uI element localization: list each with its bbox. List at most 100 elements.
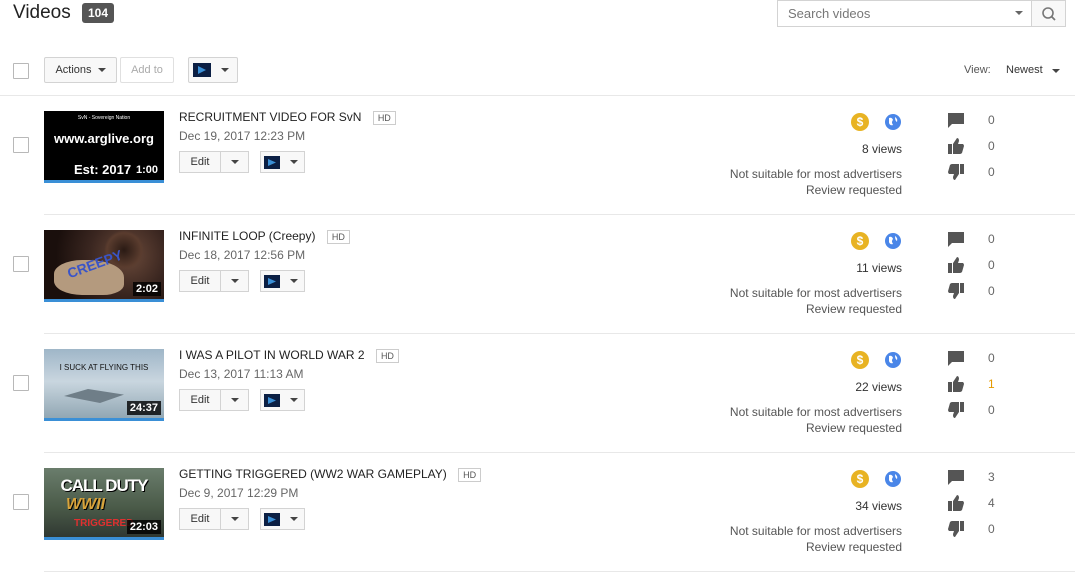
thumbnail-progress-bar (44, 537, 164, 540)
video-title[interactable]: GETTING TRIGGERED (WW2 WAR GAMEPLAY) HD (179, 467, 482, 482)
monetization-icon[interactable]: $ (851, 232, 869, 250)
thumbs-up-icon (948, 495, 964, 511)
search-icon (1042, 7, 1056, 21)
ad-suitability-status[interactable]: Not suitable for most advertisers (730, 524, 902, 538)
edit-options-button[interactable] (221, 509, 248, 529)
video-thumbnail[interactable]: I SUCK AT FLYING THIS 24:37 (44, 349, 164, 421)
edit-label: Edit (180, 509, 221, 529)
monetization-icon[interactable]: $ (851, 113, 869, 131)
search-input[interactable] (778, 1, 1018, 26)
globe-icon[interactable] (884, 113, 902, 131)
thumbnail-text: WWII (66, 496, 106, 513)
globe-icon[interactable] (884, 470, 902, 488)
actions-label: Actions (55, 64, 92, 76)
edit-button[interactable]: Edit (179, 508, 249, 530)
add-to-button[interactable]: Add to (120, 57, 174, 83)
playlist-add-button[interactable] (188, 57, 238, 83)
like-count: 1 (988, 377, 995, 391)
video-title[interactable]: INFINITE LOOP (Creepy) HD (179, 229, 350, 244)
video-duration: 24:37 (126, 401, 161, 415)
playlist-button[interactable] (260, 270, 305, 292)
video-duration: 22:03 (126, 520, 161, 534)
chevron-down-icon (1051, 69, 1060, 73)
video-date: Dec 9, 2017 12:29 PM (179, 486, 299, 500)
video-row: I SUCK AT FLYING THIS 24:37 I WAS A PILO… (0, 334, 1075, 453)
like-count: 0 (988, 258, 995, 272)
chevron-down-icon (230, 398, 239, 402)
video-select-checkbox[interactable] (13, 494, 29, 510)
video-select-checkbox[interactable] (13, 375, 29, 391)
thumbnail-progress-bar (44, 299, 164, 302)
playlist-button[interactable] (260, 151, 305, 173)
thumbnail-text: TRIGGERED (74, 518, 134, 529)
chevron-down-icon (230, 517, 239, 521)
dislike-count: 0 (988, 403, 995, 417)
video-thumbnail[interactable]: CALL DUTY WWII TRIGGERED 22:03 (44, 468, 164, 540)
like-count: 4 (988, 496, 995, 510)
edit-label: Edit (180, 390, 221, 410)
review-status: Review requested (805, 302, 902, 316)
review-status: Review requested (805, 540, 902, 554)
search-button[interactable] (1031, 0, 1066, 27)
dislike-count: 0 (988, 165, 995, 179)
comment-count: 0 (988, 351, 995, 365)
view-count: 11 views (856, 261, 902, 275)
thumbnail-text: SvN - Sovereign Nation (77, 115, 131, 121)
thumbnail-text: I SUCK AT FLYING THIS (59, 363, 149, 372)
edit-button[interactable]: Edit (179, 270, 249, 292)
edit-options-button[interactable] (221, 271, 248, 291)
comment-icon (948, 351, 964, 366)
view-count: 22 views (855, 380, 902, 394)
edit-label: Edit (180, 152, 221, 172)
search-box (777, 0, 1032, 27)
thumbs-down-icon (948, 521, 964, 537)
sort-label: Newest (1006, 64, 1043, 76)
playlist-button[interactable] (260, 389, 305, 411)
video-title[interactable]: I WAS A PILOT IN WORLD WAR 2 HD (179, 348, 399, 363)
view-count: 34 views (855, 499, 902, 513)
video-duration: 2:02 (132, 282, 161, 296)
chevron-down-icon (221, 68, 229, 72)
sort-dropdown[interactable]: Newest (1006, 64, 1060, 76)
chevron-down-icon (97, 68, 106, 72)
thumbnail-art (64, 389, 124, 403)
video-count-badge: 104 (82, 3, 114, 23)
select-all-checkbox[interactable] (13, 63, 29, 79)
search-options-dropdown-icon[interactable] (1015, 11, 1023, 15)
thumbnail-text: Est: 2017 (74, 162, 132, 177)
chevron-down-icon (230, 279, 239, 283)
video-thumbnail[interactable]: CREEPY 2:02 (44, 230, 164, 302)
edit-button[interactable]: Edit (179, 151, 249, 173)
ad-suitability-status[interactable]: Not suitable for most advertisers (730, 405, 902, 419)
playlist-thumbnail-icon (264, 393, 280, 407)
video-select-checkbox[interactable] (13, 137, 29, 153)
playlist-thumbnail-icon (264, 155, 280, 169)
thumbs-up-icon (948, 138, 964, 154)
ad-suitability-status[interactable]: Not suitable for most advertisers (730, 286, 902, 300)
edit-label: Edit (180, 271, 221, 291)
edit-button[interactable]: Edit (179, 389, 249, 411)
page-title: Videos (13, 2, 71, 23)
video-thumbnail[interactable]: SvN - Sovereign Nation www.arglive.org E… (44, 111, 164, 183)
chevron-down-icon (230, 160, 239, 164)
playlist-button[interactable] (260, 508, 305, 530)
monetization-icon[interactable]: $ (851, 351, 869, 369)
ad-suitability-status[interactable]: Not suitable for most advertisers (730, 167, 902, 181)
actions-button[interactable]: Actions (44, 57, 117, 83)
video-title[interactable]: RECRUITMENT VIDEO FOR SvN HD (179, 110, 396, 125)
globe-icon[interactable] (884, 232, 902, 250)
dislike-count: 0 (988, 522, 995, 536)
globe-icon[interactable] (884, 351, 902, 369)
thumbnail-progress-bar (44, 418, 164, 421)
monetization-icon[interactable]: $ (851, 470, 869, 488)
edit-options-button[interactable] (221, 152, 248, 172)
video-select-checkbox[interactable] (13, 256, 29, 272)
playlist-thumbnail-icon (193, 63, 211, 77)
add-to-label: Add to (131, 64, 163, 76)
comment-icon (948, 113, 964, 128)
thumbs-down-icon (948, 402, 964, 418)
dislike-count: 0 (988, 284, 995, 298)
video-title-text: INFINITE LOOP (Creepy) (179, 229, 316, 243)
edit-options-button[interactable] (221, 390, 248, 410)
thumbnail-progress-bar (44, 180, 164, 183)
